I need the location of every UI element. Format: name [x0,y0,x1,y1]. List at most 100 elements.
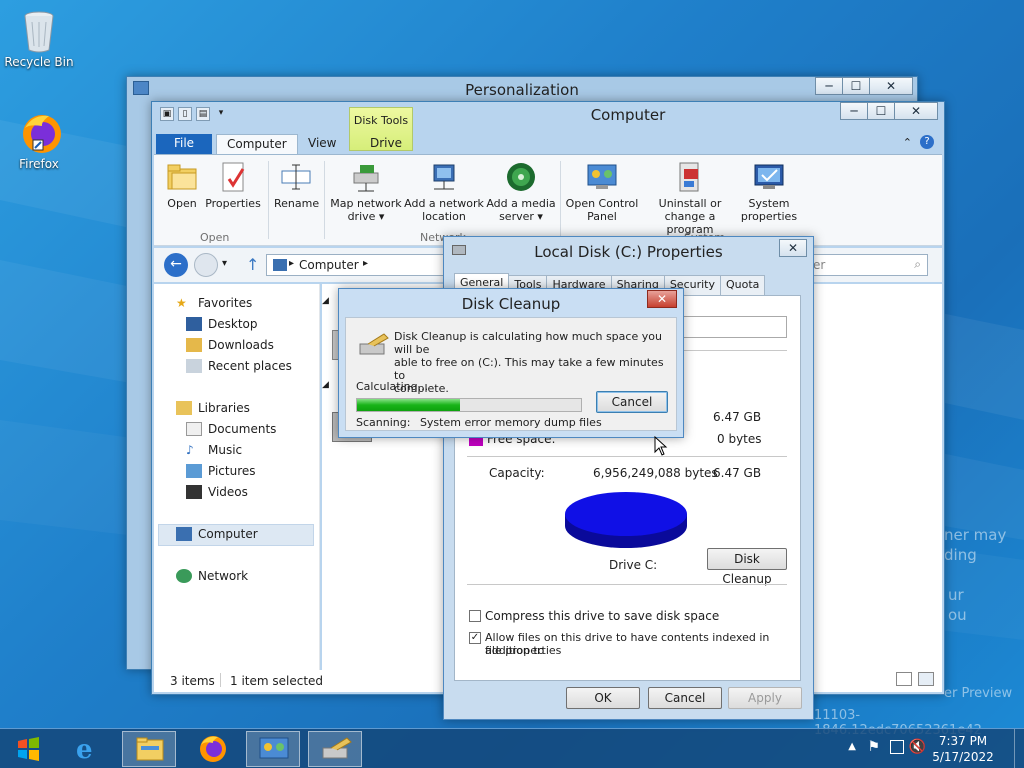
nav-desktop[interactable]: Desktop [186,317,258,331]
allow-indexing-checkbox[interactable]: ✓ [469,632,481,644]
group-collapse-icon[interactable]: ◢ [322,380,329,390]
nav-recent-places[interactable]: Recent places [186,359,292,373]
add-media-server-button[interactable]: Add a media server ▾ [486,161,556,223]
taskbar-file-explorer[interactable] [122,731,176,767]
recycle-bin-label: Recycle Bin [4,55,74,69]
disk-cleanup-button[interactable]: Disk Cleanup [707,548,787,586]
group-collapse-icon[interactable]: ◢ [322,296,329,306]
show-hidden-icons-icon[interactable]: ▲ [848,741,856,752]
rename-button[interactable]: Rename [274,161,319,210]
qat-dropdown-icon[interactable]: ▾ [214,107,228,121]
tab-computer[interactable]: Computer [216,134,298,154]
nav-label: Network [198,569,249,583]
recycle-bin-icon [19,8,59,53]
capacity-gb: 6.47 GB [713,466,762,480]
tab-quota[interactable]: Quota [719,275,766,295]
large-icons-view-icon[interactable] [918,672,934,686]
close-button[interactable]: ✕ [779,239,807,257]
nav-label: Documents [208,422,277,436]
properties-titlebar[interactable]: Local Disk (C:) Properties ✕ [444,237,813,263]
compress-drive-label: Compress this drive to save disk space [485,609,720,623]
documents-icon [186,422,202,436]
system-properties-button[interactable]: System properties [740,161,798,223]
tab-view[interactable]: View [298,134,346,154]
nav-network[interactable]: Network [176,569,248,583]
mouse-cursor-icon [654,436,668,456]
clock[interactable]: 7:37 PM 5/17/2022 [928,733,998,765]
ribbon-tabs: File Computer View Drive ⌃ ? [154,132,942,154]
nav-documents[interactable]: Documents [186,422,276,436]
star-icon: ★ [176,296,187,310]
nav-libraries[interactable]: Libraries [176,401,250,415]
minimize-button[interactable]: ─ [840,102,868,120]
close-button[interactable]: ✕ [647,290,677,308]
folder-open-icon [166,161,198,193]
close-button[interactable]: ✕ [869,77,913,95]
cleanup-cancel-button[interactable]: Cancel [596,391,668,413]
collapse-ribbon-icon[interactable]: ⌃ [903,136,912,149]
disk-cleanup-dialog[interactable]: Disk Cleanup ✕ Disk Cleanup is calculati… [338,288,684,438]
cancel-button[interactable]: Cancel [648,687,722,709]
breadcrumb-arrow-icon[interactable]: ▸ [363,258,368,269]
internet-explorer-icon: e [76,735,93,765]
up-arrow-icon[interactable]: ↑ [246,255,259,274]
firefox-shortcut[interactable]: Firefox [1,110,77,171]
close-button[interactable]: ✕ [894,102,938,120]
add-media-server-label: Add a media [486,197,556,210]
cleanup-title: Disk Cleanup [461,295,561,313]
back-button[interactable]: ← [164,253,188,277]
nav-computer[interactable]: Computer [176,527,258,541]
uninstall-program-button[interactable]: Uninstall or change a program [640,161,740,236]
forward-button[interactable] [194,253,218,277]
drive-label: Drive C: [609,558,658,572]
nav-videos[interactable]: Videos [186,485,248,499]
properties-qat-icon[interactable]: ▯ [178,107,192,121]
address-bar[interactable]: ▸ Computer ▸ [266,254,446,276]
nav-downloads[interactable]: Downloads [186,338,274,352]
minimize-button[interactable]: ─ [815,77,843,95]
tab-drive[interactable]: Drive [360,134,412,154]
map-network-drive-button[interactable]: Map network drive ▾ [330,161,402,223]
help-icon[interactable]: ? [920,135,934,149]
allow-indexing-label: file properties [485,644,562,657]
personalization-titlebar[interactable]: Personalization ─ ☐ ✕ [127,77,917,103]
maximize-button[interactable]: ☐ [842,77,870,95]
apply-button[interactable]: Apply [728,687,802,709]
recycle-bin-shortcut[interactable]: Recycle Bin [1,8,77,69]
tab-file[interactable]: File [156,134,212,154]
nav-music[interactable]: ♪ Music [186,443,242,457]
address-text: Computer [299,258,359,272]
breadcrumb-arrow-icon[interactable]: ▸ [289,258,294,269]
computer-titlebar[interactable]: ▣ ▯ ▤ ▾ Computer ─ ☐ ✕ [152,102,944,128]
network-status-icon[interactable] [890,740,904,754]
nav-pictures[interactable]: Pictures [186,464,256,478]
clock-date: 5/17/2022 [932,750,994,764]
taskbar-internet-explorer[interactable]: e [62,731,116,767]
properties-button[interactable]: Properties [204,161,262,210]
scanning-status: Scanning: System error memory dump files [356,416,602,429]
add-network-location-button[interactable]: Add a network location [404,161,484,223]
new-folder-qat-icon[interactable]: ▤ [196,107,210,121]
taskbar-disk-cleanup[interactable] [308,731,362,767]
cleanup-titlebar[interactable]: Disk Cleanup ✕ [339,289,683,315]
show-desktop-button[interactable] [1014,729,1024,768]
taskbar-control-panel[interactable] [246,731,300,767]
search-input[interactable]: er ⌕ [808,254,928,276]
scanning-label: Scanning: [356,416,411,429]
compress-drive-checkbox[interactable] [469,610,481,622]
details-view-icon[interactable] [896,672,912,686]
search-icon[interactable]: ⌕ [914,257,921,272]
maximize-button[interactable]: ☐ [867,102,895,120]
taskbar-firefox[interactable] [186,731,240,767]
nav-favorites[interactable]: ★ Favorites [176,296,252,310]
action-center-flag-icon[interactable]: ⚑ [867,739,880,755]
open-button[interactable]: Open [164,161,200,210]
computer-icon [176,527,192,541]
volume-muted-icon[interactable]: 🔇 [909,739,926,755]
recent-locations-dropdown-icon[interactable]: ▾ [222,258,227,269]
start-button[interactable] [4,731,52,767]
ribbon-separator [268,161,269,239]
ribbon-group-open: Open [200,231,230,244]
ok-button[interactable]: OK [566,687,640,709]
open-control-panel-button[interactable]: Open Control Panel [564,161,640,223]
